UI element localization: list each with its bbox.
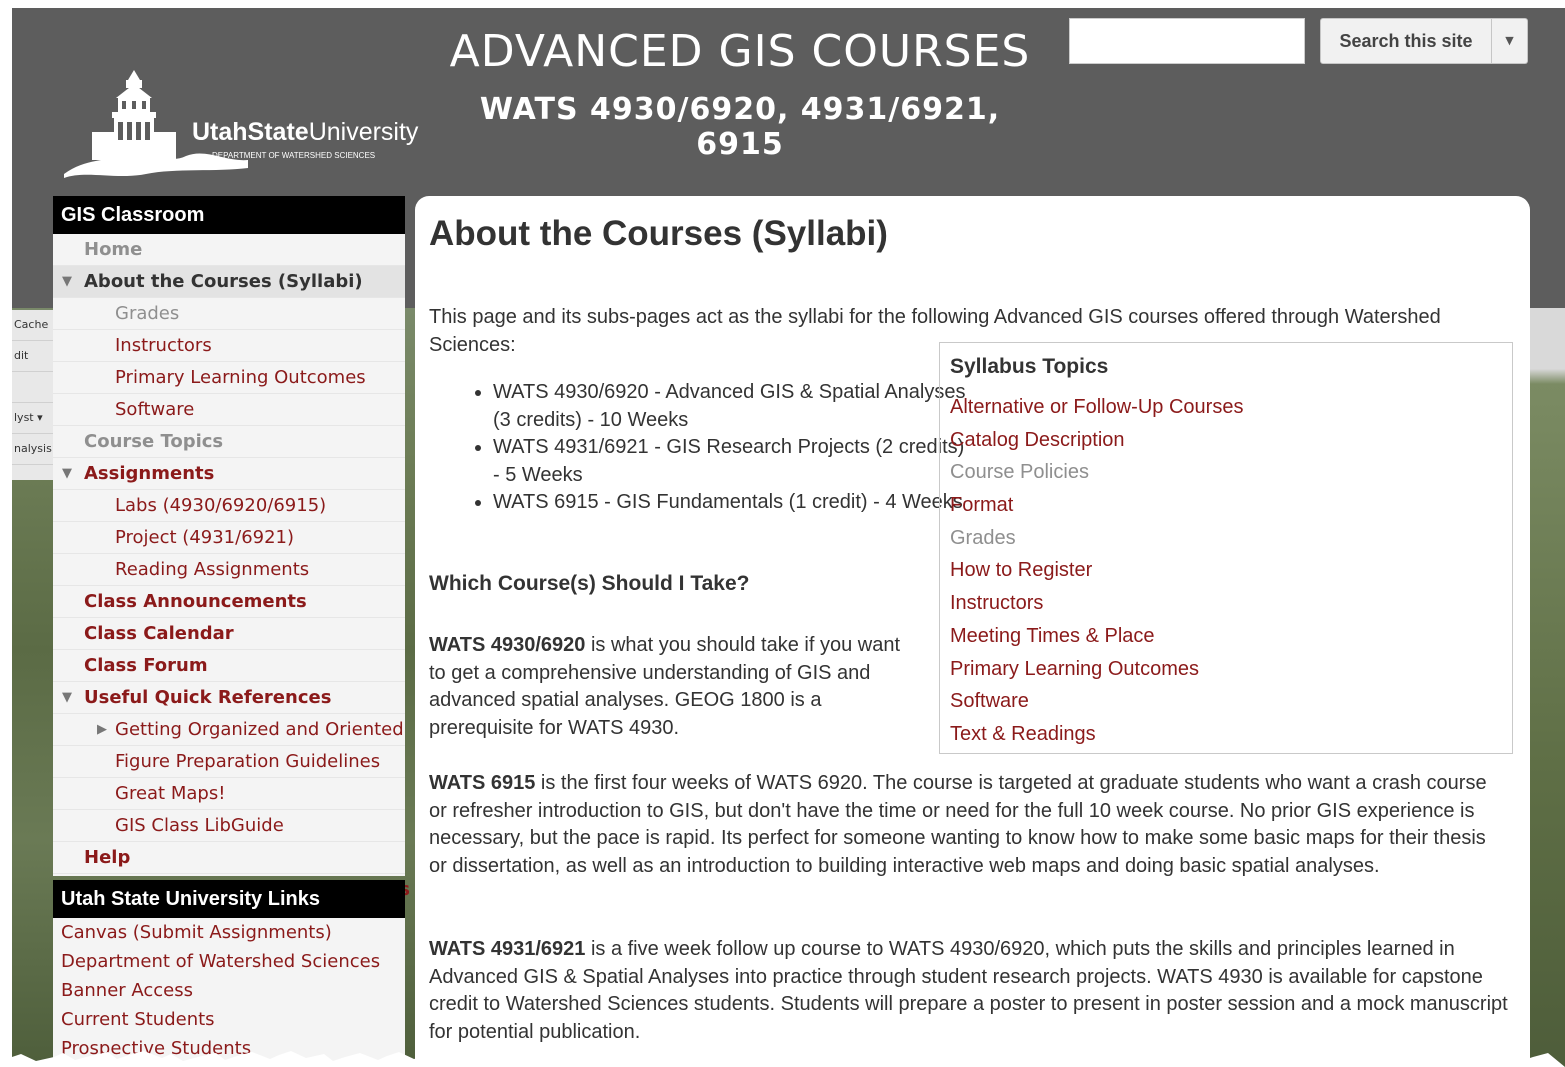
torn-edge-shape xyxy=(0,1051,1565,1067)
page-frame: Cache dit lyst ▾ nalysis UtahStateUniversit… xyxy=(12,8,1565,1067)
sidebar-item[interactable]: Class Announcements xyxy=(53,586,405,618)
course-code: WATS 6915 xyxy=(429,772,536,794)
background-window-edge xyxy=(1525,308,1565,1067)
logo-dept-text: DEPARTMENT OF WATERSHED SCIENCES xyxy=(212,151,375,160)
sidebar-item[interactable]: GIS Class LibGuide xyxy=(53,810,405,842)
sidebar-item[interactable]: Class Forum xyxy=(53,650,405,682)
course-list-item: WATS 4930/6920 - Advanced GIS & Spatial … xyxy=(493,379,973,434)
usu-link[interactable]: Banner Access xyxy=(53,976,405,1005)
syllabus-topic-link[interactable]: Software xyxy=(950,685,1502,718)
search-button[interactable]: Search this site xyxy=(1320,18,1492,64)
sidebar-item-label: Primary Learning Outcomes xyxy=(115,367,366,388)
paragraph-wats-4931: WATS 4931/6921 is a five week follow up … xyxy=(429,936,1514,1046)
syllabus-topic-link[interactable]: Alternative or Follow-Up Courses xyxy=(950,391,1502,424)
collapsed-triangle-icon[interactable]: ▶ xyxy=(97,714,107,745)
sidebar-item-label: Great Maps! xyxy=(115,783,226,804)
sidebar-item[interactable]: Software xyxy=(53,394,405,426)
sidebar-item[interactable]: Help xyxy=(53,842,405,874)
expanded-triangle-icon[interactable]: ▼ xyxy=(62,682,72,713)
syllabus-topic-link[interactable]: How to Register xyxy=(950,554,1502,587)
paragraph-wats-6915: WATS 6915 is the first four weeks of WAT… xyxy=(429,770,1509,880)
syllabus-topics-title: Syllabus Topics xyxy=(950,355,1109,378)
usu-link[interactable]: Current Students xyxy=(53,1005,405,1034)
sidebar-usu-links-heading: Utah State University Links xyxy=(53,880,405,918)
sidebar-item-label: Getting Organized and Oriented xyxy=(115,719,404,740)
expanded-triangle-icon[interactable]: ▼ xyxy=(62,266,72,297)
sidebar-item-label: Useful Quick References xyxy=(84,687,332,708)
sidebar-item[interactable]: Reading Assignments xyxy=(53,554,405,586)
expanded-triangle-icon[interactable]: ▼ xyxy=(62,458,72,489)
sidebar-nav-list: Home ▼ About the Courses (Syllabi) Grades In… xyxy=(53,234,410,906)
syllabus-topic-link[interactable]: Course Policies xyxy=(950,456,1502,489)
sidebar-item-label: Grades xyxy=(115,303,180,324)
torn-edge-decoration xyxy=(0,1051,1565,1067)
paragraph-wats-4930: WATS 4930/6920 is what you should take i… xyxy=(429,632,914,742)
sidebar-item[interactable]: ▼ Assignments xyxy=(53,458,405,490)
sidebar-item-label: GIS Class LibGuide xyxy=(115,815,284,836)
search-dropdown-button[interactable]: ▼ xyxy=(1492,18,1528,64)
search-input[interactable] xyxy=(1069,18,1305,64)
sidebar-item[interactable]: Primary Learning Outcomes xyxy=(53,362,405,394)
sidebar-item-label: Help xyxy=(84,847,131,868)
course-code: WATS 4930/6920 xyxy=(429,634,586,656)
syllabus-topic-link[interactable]: Primary Learning Outcomes xyxy=(950,653,1502,686)
sidebar-gis-classroom: GIS Classroom Home ▼ About the Courses (Sy… xyxy=(53,196,410,906)
page-title: About the Courses (Syllabi) xyxy=(429,214,888,253)
sidebar-item-label: Class Forum xyxy=(84,655,208,676)
course-list: WATS 4930/6920 - Advanced GIS & Spatial … xyxy=(429,379,973,517)
sidebar-item-label: Assignments xyxy=(84,463,215,484)
sidebar-item[interactable]: Labs (4930/6920/6915) xyxy=(53,490,405,522)
sidebar-item-label: Course Topics xyxy=(84,431,224,452)
sidebar-item-label: Reading Assignments xyxy=(115,559,310,580)
logo-text: University xyxy=(309,118,419,146)
sidebar-item-label: Home xyxy=(84,239,143,260)
sidebar-item-label: Software xyxy=(115,399,195,420)
course-code: WATS 4931/6921 xyxy=(429,938,586,960)
syllabus-topics-list: Alternative or Follow-Up Courses Catalog … xyxy=(950,391,1502,751)
which-course-heading: Which Course(s) Should I Take? xyxy=(429,572,750,595)
logo-text-bold: UtahState xyxy=(192,118,309,146)
syllabus-topic-link[interactable]: Catalog Description xyxy=(950,424,1502,457)
syllabus-topic-link[interactable]: Text & Readings xyxy=(950,718,1502,751)
sidebar-item[interactable]: ▶ Getting Organized and Oriented xyxy=(53,714,405,746)
paragraph-text: is a five week follow up course to WATS … xyxy=(429,938,1508,1043)
paragraph-text: is the first four weeks of WATS 6920. Th… xyxy=(429,772,1487,877)
sidebar-item-label: Class Announcements xyxy=(84,591,307,612)
chevron-down-icon: ▼ xyxy=(1505,34,1514,47)
sidebar-item-label: Class Calendar xyxy=(84,623,234,644)
usu-link[interactable]: Department of Watershed Sciences xyxy=(53,947,405,976)
usu-links-list: Canvas (Submit Assignments) Department of… xyxy=(53,918,405,1063)
usu-link[interactable]: Canvas (Submit Assignments) xyxy=(53,918,405,947)
syllabus-topics-box: Syllabus Topics Alternative or Follow-Up… xyxy=(939,342,1513,754)
sidebar-item[interactable]: Home xyxy=(53,234,405,266)
site-subtitle: WATS 4930/6920, 4931/6921, 6915 xyxy=(479,92,1001,162)
sidebar-item-label: About the Courses (Syllabi) xyxy=(84,271,363,292)
sidebar-item[interactable]: Grades xyxy=(53,298,405,330)
sidebar-item[interactable]: Instructors xyxy=(53,330,405,362)
course-list-item: WATS 6915 - GIS Fundamentals (1 credit) … xyxy=(493,489,973,517)
syllabus-topic-link[interactable]: Format xyxy=(950,489,1502,522)
syllabus-topic-link[interactable]: Instructors xyxy=(950,587,1502,620)
sidebar-item-label: Project (4931/6921) xyxy=(115,527,295,548)
sidebar-item-label: Figure Preparation Guidelines xyxy=(115,751,381,772)
sidebar-item[interactable]: Project (4931/6921) xyxy=(53,522,405,554)
sidebar-usu-links: Utah State University Links Canvas (Subm… xyxy=(53,880,405,1067)
sidebar-item[interactable]: Great Maps! xyxy=(53,778,405,810)
sidebar-item[interactable]: Figure Preparation Guidelines xyxy=(53,746,405,778)
syllabus-topic-link[interactable]: Meeting Times & Place xyxy=(950,620,1502,653)
sidebar-item[interactable]: ▼ About the Courses (Syllabi) xyxy=(53,266,405,298)
sidebar-item[interactable]: Course Topics xyxy=(53,426,405,458)
site-title[interactable]: ADVANCED GIS COURSES xyxy=(440,26,1040,77)
sidebar-heading: GIS Classroom xyxy=(53,196,405,234)
svg-text:UtahStateUniversity: UtahStateUniversity xyxy=(192,118,419,146)
sidebar-item[interactable]: ▼ Useful Quick References xyxy=(53,682,405,714)
usu-logo[interactable]: UtahStateUniversity DEPARTMENT OF WATERS… xyxy=(56,70,436,180)
sidebar-item-label: Labs (4930/6920/6915) xyxy=(115,495,327,516)
main-content: About the Courses (Syllabi) This page an… xyxy=(415,196,1530,1067)
course-list-item: WATS 4931/6921 - GIS Research Projects (… xyxy=(493,434,973,489)
sidebar-item[interactable]: Class Calendar xyxy=(53,618,405,650)
sidebar-item-label: Instructors xyxy=(115,335,212,356)
syllabus-topic-link[interactable]: Grades xyxy=(950,522,1502,555)
